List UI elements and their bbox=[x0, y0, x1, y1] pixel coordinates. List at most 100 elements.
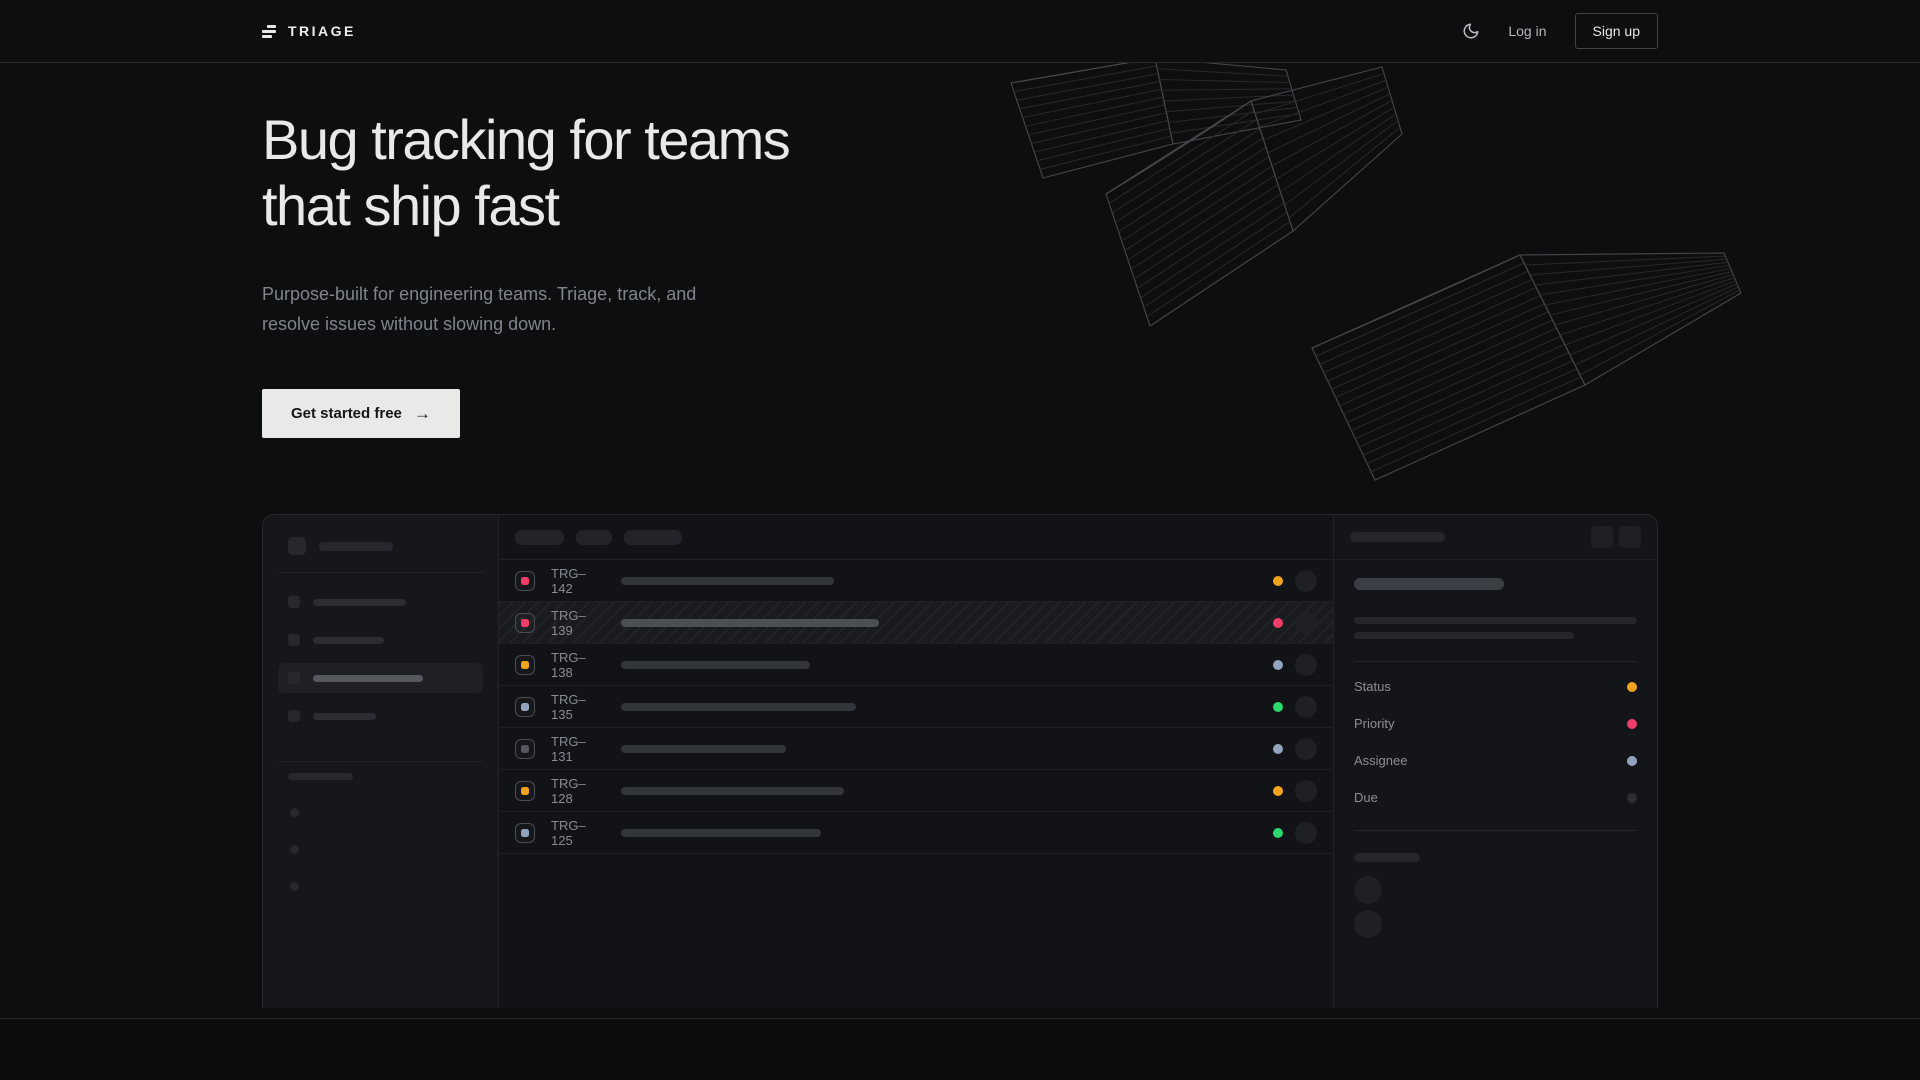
priority-dot bbox=[1627, 719, 1637, 729]
mockup-sidebar-item bbox=[278, 697, 483, 735]
issue-type-badge bbox=[515, 613, 535, 633]
property-label: Due bbox=[1354, 790, 1378, 805]
mockup-issue-list: TRG–142 TRG–139 TRG–138 bbox=[498, 515, 1333, 1008]
skeleton-filter-pill bbox=[576, 530, 612, 545]
mockup-sidebar-item bbox=[278, 583, 483, 621]
mockup-list-header bbox=[499, 515, 1333, 560]
skeleton-icon bbox=[288, 710, 300, 722]
app-mockup-card: TRG–142 TRG–139 TRG–138 bbox=[262, 514, 1658, 1008]
sign-up-button[interactable]: Sign up bbox=[1575, 13, 1658, 49]
issue-type-badge bbox=[515, 739, 535, 759]
hero-title-line-2: that ship fast bbox=[262, 173, 1658, 239]
skeleton-bar bbox=[313, 675, 423, 682]
skeleton-bar bbox=[313, 637, 384, 644]
skeleton-line bbox=[1354, 632, 1574, 639]
mockup-sidebar bbox=[263, 515, 498, 1008]
issue-row: TRG–125 bbox=[499, 812, 1333, 854]
skeleton-bar bbox=[621, 619, 879, 627]
skeleton-dot bbox=[290, 808, 299, 817]
detail-header-actions bbox=[1591, 526, 1641, 548]
avatar-placeholder bbox=[1354, 910, 1382, 938]
divider bbox=[278, 761, 483, 762]
status-dot bbox=[1273, 744, 1283, 754]
avatar-placeholder bbox=[1295, 738, 1317, 760]
triage-logo-icon bbox=[262, 25, 276, 38]
skeleton-bar bbox=[313, 713, 376, 720]
brand: TRIAGE bbox=[262, 23, 356, 39]
footer-band bbox=[0, 1018, 1920, 1080]
skeleton-title-bar bbox=[1354, 578, 1504, 590]
get-started-button[interactable]: Get started free → bbox=[262, 389, 460, 438]
assignee-dot bbox=[1627, 756, 1637, 766]
property-row: Assignee bbox=[1354, 742, 1637, 779]
skeleton-bar bbox=[621, 577, 834, 585]
issue-type-badge bbox=[515, 571, 535, 591]
property-label: Assignee bbox=[1354, 753, 1407, 768]
property-label: Priority bbox=[1354, 716, 1394, 731]
skeleton-bar bbox=[621, 703, 856, 711]
property-row: Status bbox=[1354, 668, 1637, 705]
log-in-link[interactable]: Log in bbox=[1508, 23, 1546, 39]
avatar-placeholder bbox=[1295, 612, 1317, 634]
avatar-placeholder bbox=[1295, 822, 1317, 844]
skeleton-bar bbox=[621, 829, 821, 837]
property-row: Priority bbox=[1354, 705, 1637, 742]
skeleton-filter-pill bbox=[515, 530, 564, 545]
skeleton-bar bbox=[621, 787, 844, 795]
skeleton-bar bbox=[621, 661, 810, 669]
status-dot bbox=[1273, 702, 1283, 712]
skeleton-logo-bar bbox=[319, 542, 393, 551]
property-label: Status bbox=[1354, 679, 1391, 694]
issue-row: TRG–135 bbox=[499, 686, 1333, 728]
status-dot bbox=[1273, 786, 1283, 796]
skeleton-icon bbox=[288, 634, 300, 646]
skeleton-bar bbox=[313, 599, 406, 606]
status-dot bbox=[1273, 618, 1283, 628]
divider bbox=[278, 572, 483, 573]
moon-icon bbox=[1462, 22, 1480, 40]
skeleton-bar bbox=[621, 745, 786, 753]
skeleton-icon bbox=[288, 596, 300, 608]
skeleton-button bbox=[1591, 526, 1613, 548]
issue-id: TRG–138 bbox=[551, 650, 607, 680]
skeleton-bar bbox=[1350, 532, 1445, 542]
mockup-sidebar-item bbox=[278, 621, 483, 659]
issue-type-badge bbox=[515, 781, 535, 801]
hero-subtitle: Purpose-built for engineering teams. Tri… bbox=[262, 279, 1658, 339]
skeleton-line bbox=[1354, 617, 1637, 624]
issue-id: TRG–139 bbox=[551, 608, 607, 638]
hero-subtitle-line-1: Purpose-built for engineering teams. Tri… bbox=[262, 279, 1658, 309]
hero-title: Bug tracking for teams that ship fast bbox=[262, 107, 1658, 239]
avatar-placeholder bbox=[1295, 696, 1317, 718]
issue-type-badge bbox=[515, 823, 535, 843]
skeleton-dot bbox=[290, 882, 299, 891]
avatar-placeholder bbox=[1295, 780, 1317, 802]
skeleton-section-label bbox=[288, 773, 353, 780]
issue-id: TRG–142 bbox=[551, 566, 607, 596]
brand-name: TRIAGE bbox=[288, 23, 356, 39]
skeleton-bar bbox=[1354, 853, 1420, 862]
avatar-placeholder bbox=[1295, 570, 1317, 592]
hero-title-line-1: Bug tracking for teams bbox=[262, 107, 1658, 173]
status-dot bbox=[1627, 682, 1637, 692]
top-nav: TRIAGE Log in Sign up bbox=[0, 0, 1920, 63]
skeleton-logo-square bbox=[288, 537, 306, 555]
avatar-placeholder bbox=[1295, 654, 1317, 676]
mockup-detail-panel: Status Priority Assignee Due bbox=[1333, 515, 1657, 1008]
theme-toggle-button[interactable] bbox=[1462, 22, 1480, 40]
issue-id: TRG–131 bbox=[551, 734, 607, 764]
skeleton-icon bbox=[288, 672, 300, 684]
hero-subtitle-line-2: resolve issues without slowing down. bbox=[262, 309, 1658, 339]
issue-type-badge bbox=[515, 697, 535, 717]
skeleton-button bbox=[1619, 526, 1641, 548]
issue-id: TRG–135 bbox=[551, 692, 607, 722]
issue-id: TRG–125 bbox=[551, 818, 607, 848]
issue-row: TRG–142 bbox=[499, 560, 1333, 602]
issue-type-badge bbox=[515, 655, 535, 675]
get-started-label: Get started free bbox=[291, 405, 402, 422]
mockup-detail-header bbox=[1334, 515, 1657, 560]
status-dot bbox=[1273, 576, 1283, 586]
property-row: Due bbox=[1354, 779, 1637, 816]
skeleton-filter-pill bbox=[624, 530, 682, 545]
issue-row: TRG–131 bbox=[499, 728, 1333, 770]
